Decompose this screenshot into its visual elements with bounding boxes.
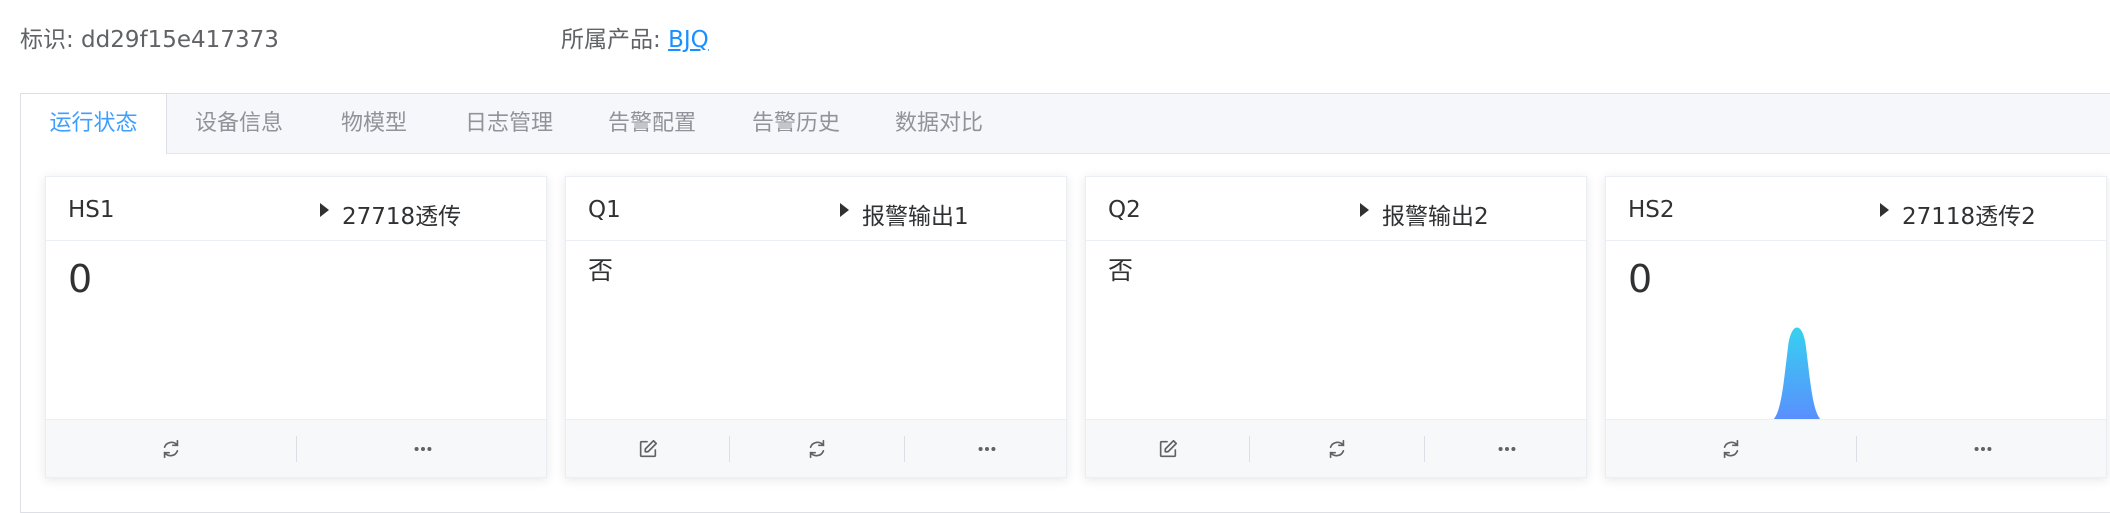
caret-right-icon: [1360, 203, 1369, 217]
tab-device-info[interactable]: 设备信息: [194, 94, 284, 153]
card-value: 否: [1108, 256, 1134, 285]
more-icon: [1498, 446, 1515, 451]
card-header: HS1 27718透传: [46, 177, 546, 241]
tab-log-management[interactable]: 日志管理: [464, 94, 554, 153]
device-info-row: 标识: dd29f15e417373 所属产品: BJQ: [0, 0, 2110, 70]
refresh-button[interactable]: [46, 420, 296, 477]
card-footer: [566, 419, 1066, 477]
card-header: HS2 27118透传2: [1606, 177, 2106, 241]
edit-icon: [639, 439, 657, 457]
caret-right-icon: [1880, 203, 1889, 217]
more-icon: [978, 446, 995, 451]
card-value: 0: [1628, 257, 1653, 301]
refresh-icon: [1723, 439, 1739, 458]
card-property-name: 报警输出1: [840, 197, 969, 231]
tab-alarm-history[interactable]: 告警历史: [751, 94, 841, 153]
tab-thing-model[interactable]: 物模型: [339, 94, 409, 153]
tab-bar: 运行状态 设备信息 物模型 日志管理 告警配置 告警历史 数据对比: [21, 94, 2110, 154]
card-value: 0: [68, 257, 93, 301]
card-footer: [1606, 419, 2106, 477]
card-identifier: HS2: [1628, 197, 1675, 223]
caret-right-icon: [840, 203, 849, 217]
device-identifier: 标识: dd29f15e417373: [20, 27, 279, 53]
refresh-icon: [1329, 439, 1345, 458]
card-identifier: Q2: [1108, 197, 1141, 223]
more-icon: [414, 446, 431, 451]
card-property-name: 27118透传2: [1880, 197, 2036, 231]
product-link[interactable]: BJQ: [668, 27, 709, 53]
caret-right-icon: [320, 203, 329, 217]
property-card-hs1: HS1 27718透传 0: [45, 176, 547, 478]
property-card-q1: Q1 报警输出1 否: [565, 176, 1067, 478]
card-property-name: 27718透传: [320, 197, 462, 231]
product-label: 所属产品:: [561, 27, 669, 53]
refresh-icon: [809, 439, 825, 458]
card-header: Q2 报警输出2: [1086, 177, 1586, 241]
refresh-button[interactable]: [1250, 420, 1424, 477]
card-header: Q1 报警输出1: [566, 177, 1066, 241]
refresh-icon: [163, 439, 179, 458]
card-footer: [46, 419, 546, 477]
more-button[interactable]: [1857, 420, 2108, 477]
card-identifier: Q1: [588, 197, 621, 223]
tab-data-compare[interactable]: 数据对比: [894, 94, 984, 153]
card-property-label: 27718透传: [342, 204, 462, 230]
refresh-button[interactable]: [1606, 420, 1856, 477]
card-property-label: 报警输出1: [862, 204, 969, 230]
more-button[interactable]: [297, 420, 548, 477]
tab-run-status[interactable]: 运行状态: [21, 94, 167, 154]
sparkline-chart: [1766, 327, 1828, 423]
property-card-q2: Q2 报警输出2 否: [1085, 176, 1587, 478]
card-property-label: 27118透传2: [1902, 204, 2036, 230]
card-property-label: 报警输出2: [1382, 204, 1489, 230]
edit-button[interactable]: [566, 420, 729, 477]
edit-icon: [1159, 439, 1177, 457]
more-button[interactable]: [905, 420, 1068, 477]
more-icon: [1974, 446, 1991, 451]
more-button[interactable]: [1425, 420, 1588, 477]
property-card-hs2: HS2 27118透传2 0: [1605, 176, 2107, 478]
card-property-name: 报警输出2: [1360, 197, 1489, 231]
card-value: 否: [588, 256, 614, 285]
tab-alarm-config[interactable]: 告警配置: [607, 94, 697, 153]
device-product: 所属产品: BJQ: [561, 20, 709, 54]
card-identifier: HS1: [68, 197, 115, 223]
refresh-button[interactable]: [730, 420, 904, 477]
edit-button[interactable]: [1086, 420, 1249, 477]
card-footer: [1086, 419, 1586, 477]
